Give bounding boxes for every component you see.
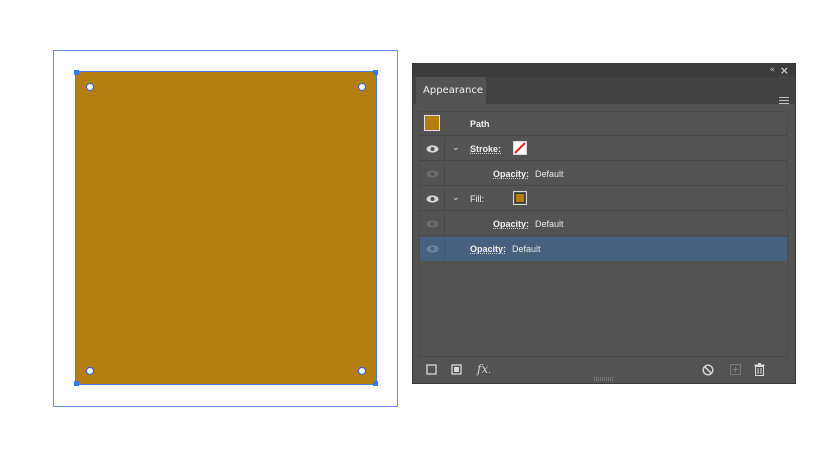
rectangle-shape[interactable]: [75, 71, 377, 385]
object-opacity-visibility[interactable]: [420, 237, 445, 261]
stroke-opacity-visibility[interactable]: [420, 162, 445, 186]
stroke-label[interactable]: Stroke:: [470, 137, 501, 161]
corner-widget-top-right[interactable]: [358, 83, 366, 91]
row-fill-opacity[interactable]: Opacity: Default: [420, 212, 787, 236]
fill-swatch[interactable]: [513, 191, 527, 205]
eye-icon[interactable]: [426, 219, 439, 229]
anchor-top-left[interactable]: [74, 70, 79, 75]
row-stroke[interactable]: ⌄ Stroke:: [420, 137, 787, 161]
chevron-down-icon[interactable]: ⌄: [452, 143, 460, 153]
fill-visibility[interactable]: [420, 187, 445, 211]
clear-appearance-icon[interactable]: [702, 364, 714, 376]
fill-opacity-value: Default: [535, 219, 564, 229]
resize-grip[interactable]: [594, 377, 614, 381]
stroke-none-swatch[interactable]: [513, 141, 527, 155]
path-thumbnail: [424, 115, 440, 131]
path-label: Path: [470, 119, 490, 129]
eye-icon[interactable]: [426, 194, 439, 204]
fx-effects-button[interactable]: fx.: [477, 362, 491, 376]
appearance-list: Path ⌄ Stroke: Opacity: Default ⌄ Fill: …: [419, 111, 788, 357]
anchor-top-right[interactable]: [373, 70, 378, 75]
corner-widget-bottom-left[interactable]: [86, 367, 94, 375]
eye-icon[interactable]: [426, 144, 439, 154]
duplicate-item-icon[interactable]: [730, 364, 741, 375]
fx-label: fx: [477, 362, 489, 376]
panel-titlebar: « ×: [413, 64, 795, 77]
eye-icon[interactable]: [426, 169, 439, 179]
eye-icon[interactable]: [426, 244, 439, 254]
stroke-opacity-value: Default: [535, 169, 564, 179]
stroke-visibility[interactable]: [420, 137, 445, 161]
anchor-bottom-left[interactable]: [74, 381, 79, 386]
trash-icon[interactable]: [754, 363, 765, 376]
row-path[interactable]: Path: [420, 112, 787, 136]
stroke-opacity-label[interactable]: Opacity:: [493, 162, 529, 186]
row-object-opacity[interactable]: Opacity: Default: [420, 237, 787, 261]
fill-opacity-label[interactable]: Opacity:: [493, 212, 529, 236]
add-new-fill-icon[interactable]: [451, 364, 462, 375]
chevron-down-icon[interactable]: ⌄: [452, 193, 460, 203]
object-opacity-value: Default: [512, 244, 541, 254]
tab-appearance[interactable]: Appearance: [416, 77, 486, 104]
add-new-stroke-icon[interactable]: [426, 364, 437, 375]
collapse-icon[interactable]: «: [769, 65, 774, 75]
row-fill[interactable]: ⌄ Fill:: [420, 187, 787, 211]
anchor-bottom-right[interactable]: [373, 381, 378, 386]
appearance-panel: « × Appearance Path ⌄ Stroke: Opacity: D…: [413, 64, 795, 383]
corner-widget-top-left[interactable]: [86, 83, 94, 91]
fill-opacity-visibility[interactable]: [420, 212, 445, 236]
row-stroke-opacity[interactable]: Opacity: Default: [420, 162, 787, 186]
panel-menu-icon[interactable]: [779, 97, 789, 106]
fill-label[interactable]: Fill:: [470, 187, 484, 211]
tab-bar: Appearance: [413, 77, 795, 104]
object-opacity-label[interactable]: Opacity:: [470, 237, 506, 261]
close-icon[interactable]: ×: [780, 64, 789, 77]
corner-widget-bottom-right[interactable]: [358, 367, 366, 375]
